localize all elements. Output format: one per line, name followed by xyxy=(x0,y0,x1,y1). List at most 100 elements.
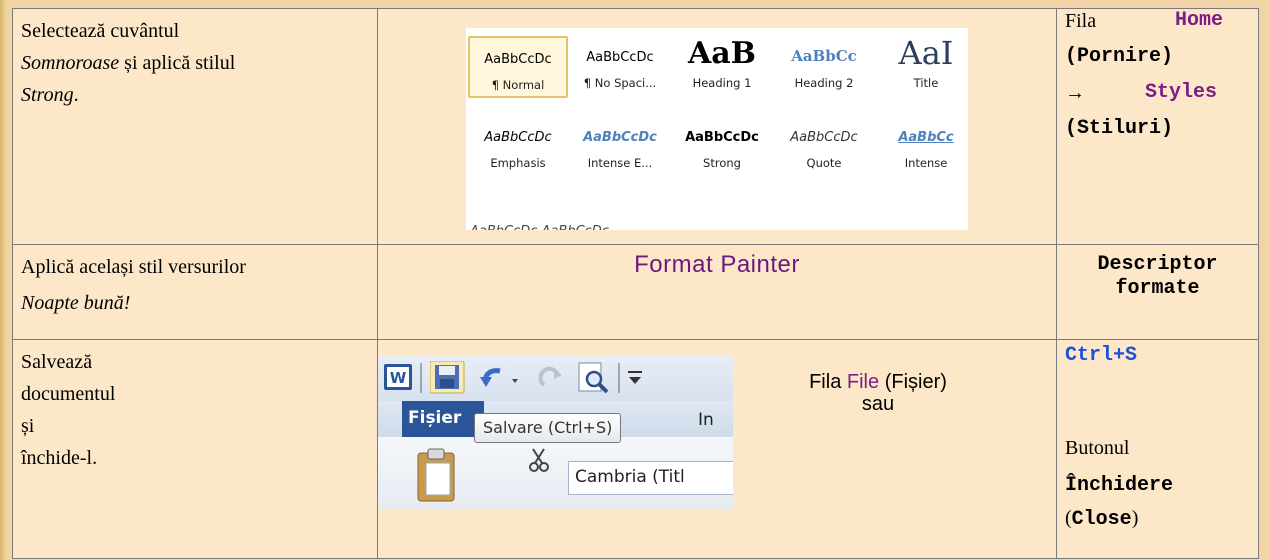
style-tile[interactable]: AaBbCcDc Intense E... xyxy=(570,116,670,178)
location-line: Fila Home xyxy=(1065,5,1258,37)
word-ribbon-screenshot: W Fișier In Cambria (Titl Salvare (Ctrl+… xyxy=(378,355,733,509)
style-tile[interactable]: AaBbCcDc Quote xyxy=(774,116,874,178)
style-sample: AaBbCcDc xyxy=(685,130,759,145)
style-sample: AaBbCcDc xyxy=(586,50,654,65)
home-tab-label: Home xyxy=(1175,9,1224,32)
task-text: Aplică același stil versurilor Noapte bu… xyxy=(13,245,377,319)
butonul-label: Butonul xyxy=(1065,437,1130,459)
style-name: Heading 2 xyxy=(794,76,854,90)
style-sample: AaBbCcDc xyxy=(484,52,552,67)
style-sample: AaBbCcDc xyxy=(583,130,657,145)
fila-label: Fila xyxy=(1065,10,1097,32)
pornire-label: (Pornire) xyxy=(1065,45,1174,68)
task-cell: Selectează cuvântul Somnoroase și aplică… xyxy=(12,8,378,245)
task-line: Somnoroase și aplică stilul xyxy=(21,47,377,79)
location-text: Fila Home (Pornire) → Styles (Stiluri) xyxy=(1057,5,1258,145)
task-cell: Aplică același stil versurilor Noapte bu… xyxy=(12,244,378,340)
task-text: Salvează documentul și închide-l. xyxy=(13,340,377,474)
tool-cell: Format Painter xyxy=(377,244,1057,340)
style-tile[interactable]: AaBbCc Intense xyxy=(876,116,968,178)
style-word: Strong xyxy=(21,84,74,106)
style-name: ¶ No Spaci... xyxy=(583,76,657,90)
location-cell: Ctrl+S Butonul Închidere (Close) xyxy=(1056,339,1259,559)
print-preview-icon[interactable] xyxy=(576,361,610,395)
table-row: Selectează cuvântul Somnoroase și aplică… xyxy=(12,8,1259,245)
paren-close: ) xyxy=(1131,507,1139,529)
paren-open: ( xyxy=(1065,507,1072,529)
customize-toolbar-icon[interactable] xyxy=(626,367,646,389)
styles-group-label: Styles xyxy=(1145,81,1218,104)
style-sample: AaBbCc xyxy=(898,130,954,145)
style-sample: AaBbCcDc xyxy=(790,130,858,145)
style-tile[interactable]: AaB Heading 1 xyxy=(672,36,772,98)
toolbar-separator xyxy=(618,363,620,393)
location-cell: Descriptor formate xyxy=(1056,244,1259,340)
save-icon[interactable] xyxy=(430,361,466,395)
style-name: ¶ Normal xyxy=(491,78,545,92)
table-row: Aplică același stil versurilor Noapte bu… xyxy=(12,244,1259,340)
task-text: Selectează cuvântul Somnoroase și aplică… xyxy=(13,9,377,111)
redo-icon[interactable] xyxy=(536,365,566,393)
task-line: Strong. xyxy=(21,79,377,111)
task-line: și xyxy=(21,415,35,437)
file-menu-text: Fila File (Fișier) sau xyxy=(778,371,978,415)
toolbar-separator xyxy=(420,363,422,393)
target-word: Somnoroase xyxy=(21,52,120,74)
task-line: Aplică același stil versurilor xyxy=(21,256,246,278)
save-tooltip: Salvare (Ctrl+S) xyxy=(474,413,622,443)
file-line: Fila File (Fișier) xyxy=(778,371,978,393)
arrow-icon: → xyxy=(1065,82,1085,104)
task-line: Salvează xyxy=(21,351,93,373)
style-tile[interactable]: AaBbCcDc Emphasis xyxy=(468,116,568,178)
task-line: închide-l. xyxy=(21,447,98,469)
close-label: Close xyxy=(1071,508,1132,531)
font-name-box[interactable]: Cambria (Titl xyxy=(568,461,733,495)
style-tile[interactable]: AaBbCc Heading 2 xyxy=(774,36,874,98)
task-line-rest: și aplică stilul xyxy=(119,52,236,74)
style-sample: AaI xyxy=(898,34,954,72)
style-tile[interactable]: AaBbCcDc ¶ Normal xyxy=(468,36,568,98)
tab-insert[interactable]: In xyxy=(698,410,714,430)
sau-word: sau xyxy=(861,393,895,415)
task-cell: Salvează documentul și închide-l. xyxy=(12,339,378,559)
style-tile[interactable]: AaI Title xyxy=(876,34,968,98)
task-line-end: . xyxy=(73,84,79,106)
location-text: Ctrl+S Butonul Închidere (Close) xyxy=(1057,340,1258,536)
illustration-cell: W Fișier In Cambria (Titl Salvare (Ctrl+… xyxy=(377,339,1057,559)
close-line: (Close) xyxy=(1065,502,1258,536)
style-name: Title xyxy=(913,76,939,90)
shortcut-label: Ctrl+S xyxy=(1065,344,1138,367)
location-cell: Fila Home (Pornire) → Styles (Stiluri) xyxy=(1056,8,1259,245)
file-word: File xyxy=(846,371,880,393)
style-tile[interactable]: AaBbCcDc ¶ No Spaci... xyxy=(570,36,670,98)
style-name: Heading 1 xyxy=(692,76,752,90)
cut-icon[interactable] xyxy=(528,447,550,473)
formate-label: formate xyxy=(1115,277,1200,300)
format-painter-label: Format Painter xyxy=(634,251,800,278)
decorative-page-edge xyxy=(0,0,10,560)
style-tile[interactable]: AaBbCcDc Strong xyxy=(672,116,772,178)
quick-access-toolbar: W xyxy=(378,355,733,401)
style-name: Emphasis xyxy=(490,156,546,170)
gallery-cut-row: AaBbCcDc AaBbCcDc xyxy=(470,224,609,230)
word-logo-icon: W xyxy=(384,364,412,390)
style-name: Quote xyxy=(806,156,842,170)
style-name: Intense E... xyxy=(587,156,653,170)
fisier-word: (Fișier) xyxy=(884,371,947,393)
style-name: Intense xyxy=(904,156,948,170)
instructions-table: Selectează cuvântul Somnoroase și aplică… xyxy=(12,8,1259,559)
stiluri-label: (Stiluri) xyxy=(1065,117,1174,140)
tab-file[interactable]: Fișier xyxy=(402,401,484,437)
styles-gallery: AaBbCcDc ¶ Normal AaBbCcDc ¶ No Spaci... AaB… xyxy=(466,28,968,230)
svg-text:W: W xyxy=(390,369,407,387)
table-row: Salvează documentul și închide-l. W Fiși… xyxy=(12,339,1259,559)
descriptor-label: Descriptor xyxy=(1097,253,1218,276)
verse-title: Noapte bună! xyxy=(21,292,131,314)
undo-icon[interactable] xyxy=(478,363,524,393)
location-text: Descriptor formate xyxy=(1057,245,1258,301)
task-line: Selectează cuvântul xyxy=(21,20,180,42)
location-line: → Styles xyxy=(1065,77,1258,109)
paste-icon[interactable] xyxy=(416,447,460,503)
inchidere-label: Închidere xyxy=(1065,474,1174,497)
style-sample: AaBbCcDc xyxy=(484,130,552,145)
